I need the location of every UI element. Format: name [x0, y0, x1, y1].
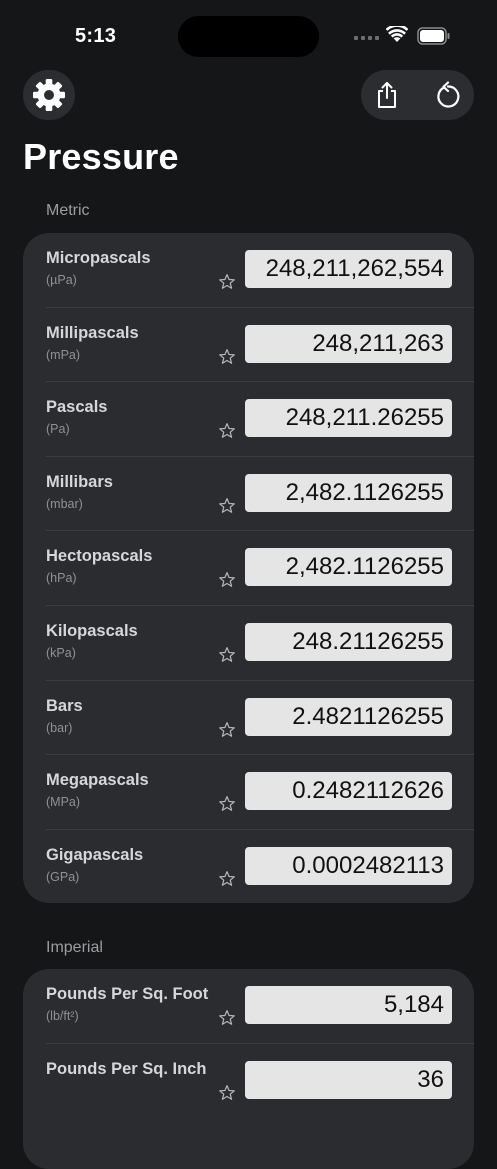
unit-row: Megapascals (MPa) 0.2482112626: [23, 755, 474, 830]
value-field[interactable]: 5,184: [245, 986, 452, 1024]
unit-row: Millipascals (mPa) 248,211,263: [23, 308, 474, 383]
unit-name: Pounds Per Sq. Foot: [46, 985, 209, 1003]
wifi-icon: [386, 26, 408, 42]
unit-row: Pounds Per Sq. Foot (lb/ft²) 5,184: [23, 969, 474, 1044]
favorite-star-icon[interactable]: [218, 422, 236, 440]
unit-name: Millipascals: [46, 323, 139, 342]
favorite-star-icon[interactable]: [218, 273, 236, 291]
favorite-star-icon[interactable]: [218, 721, 236, 739]
value-field[interactable]: 2,482.1126255: [245, 548, 452, 587]
favorite-star-icon[interactable]: [218, 795, 236, 813]
section-label-imperial: Imperial: [46, 939, 103, 956]
unit-row: Pascals (Pa) 248,211.26255: [23, 382, 474, 457]
unit-name: Millibars: [46, 472, 113, 491]
unit-abbreviation: (GPa): [46, 869, 80, 884]
favorite-star-icon[interactable]: [218, 497, 236, 515]
unit-name: Pounds Per Sq. Inch: [46, 1059, 207, 1078]
unit-abbreviation: (mbar): [46, 496, 83, 511]
value-field[interactable]: 248,211,263: [245, 324, 452, 363]
unit-abbreviation: (lb/ft²): [46, 1009, 79, 1023]
unit-abbreviation: (MPa): [46, 795, 81, 810]
unit-abbreviation: (mPa): [46, 347, 81, 362]
value-field[interactable]: 2.4821126255: [245, 697, 452, 736]
unit-abbreviation: (µPa): [46, 273, 77, 287]
favorite-star-icon[interactable]: [218, 1084, 236, 1102]
value-field[interactable]: 248,211,262,554: [245, 250, 452, 288]
unit-row: Millibars (mbar) 2,482.1126255: [23, 457, 474, 532]
unit-name: Bars: [46, 696, 83, 715]
unit-name: Micropascals: [46, 249, 151, 267]
unit-row: Hectopascals (hPa) 2,482.1126255: [23, 531, 474, 606]
settings-button[interactable]: [23, 70, 75, 120]
action-pill: [361, 70, 474, 120]
unit-name: Kilopascals: [46, 622, 138, 640]
unit-row: Micropascals (µPa) 248,211,262,554: [23, 233, 474, 308]
share-button[interactable]: [375, 81, 399, 114]
value-field[interactable]: 248,211.26255: [245, 399, 452, 438]
page-title: Pressure: [23, 136, 179, 177]
unit-row: Pounds Per Sq. Inch 36: [23, 1044, 474, 1119]
unit-abbreviation: (kPa): [46, 646, 76, 660]
gear-icon: [33, 79, 65, 111]
reset-button[interactable]: [435, 81, 461, 114]
dynamic-island: [178, 16, 319, 57]
unit-abbreviation: (hPa): [46, 571, 77, 586]
value-field[interactable]: 248.21126255: [245, 623, 452, 661]
value-field[interactable]: 0.0002482113: [245, 846, 452, 885]
unit-name: Hectopascals: [46, 547, 153, 566]
favorite-star-icon[interactable]: [218, 646, 236, 664]
share-icon: [378, 82, 396, 108]
unit-name: Gigapascals: [46, 845, 144, 864]
favorite-star-icon[interactable]: [218, 870, 236, 888]
favorite-star-icon[interactable]: [218, 1009, 236, 1027]
metric-card: Micropascals (µPa) 248,211,262,554 Millipas…: [23, 233, 474, 903]
reset-icon: [437, 81, 460, 108]
cellular-signal-icon: [354, 36, 379, 40]
status-bar: 5:13: [0, 0, 497, 72]
battery-icon: [417, 27, 450, 45]
unit-name: Pascals: [46, 398, 108, 417]
unit-row: Bars (bar) 2.4821126255: [23, 681, 474, 756]
unit-abbreviation: (bar): [46, 720, 73, 735]
favorite-star-icon[interactable]: [218, 571, 236, 589]
status-time: 5:13: [75, 25, 117, 47]
value-field[interactable]: 2,482.1126255: [245, 473, 452, 512]
value-field[interactable]: 0.2482112626: [245, 772, 452, 811]
unit-row: Kilopascals (kPa) 248.21126255: [23, 606, 474, 681]
unit-abbreviation: (Pa): [46, 422, 70, 437]
imperial-card: Pounds Per Sq. Foot (lb/ft²) 5,184 Pounds P…: [23, 969, 474, 1169]
unit-name: Megapascals: [46, 771, 149, 790]
section-label-metric: Metric: [46, 202, 90, 219]
favorite-star-icon[interactable]: [218, 348, 236, 366]
unit-row: Gigapascals (GPa) 0.0002482113: [23, 830, 474, 903]
